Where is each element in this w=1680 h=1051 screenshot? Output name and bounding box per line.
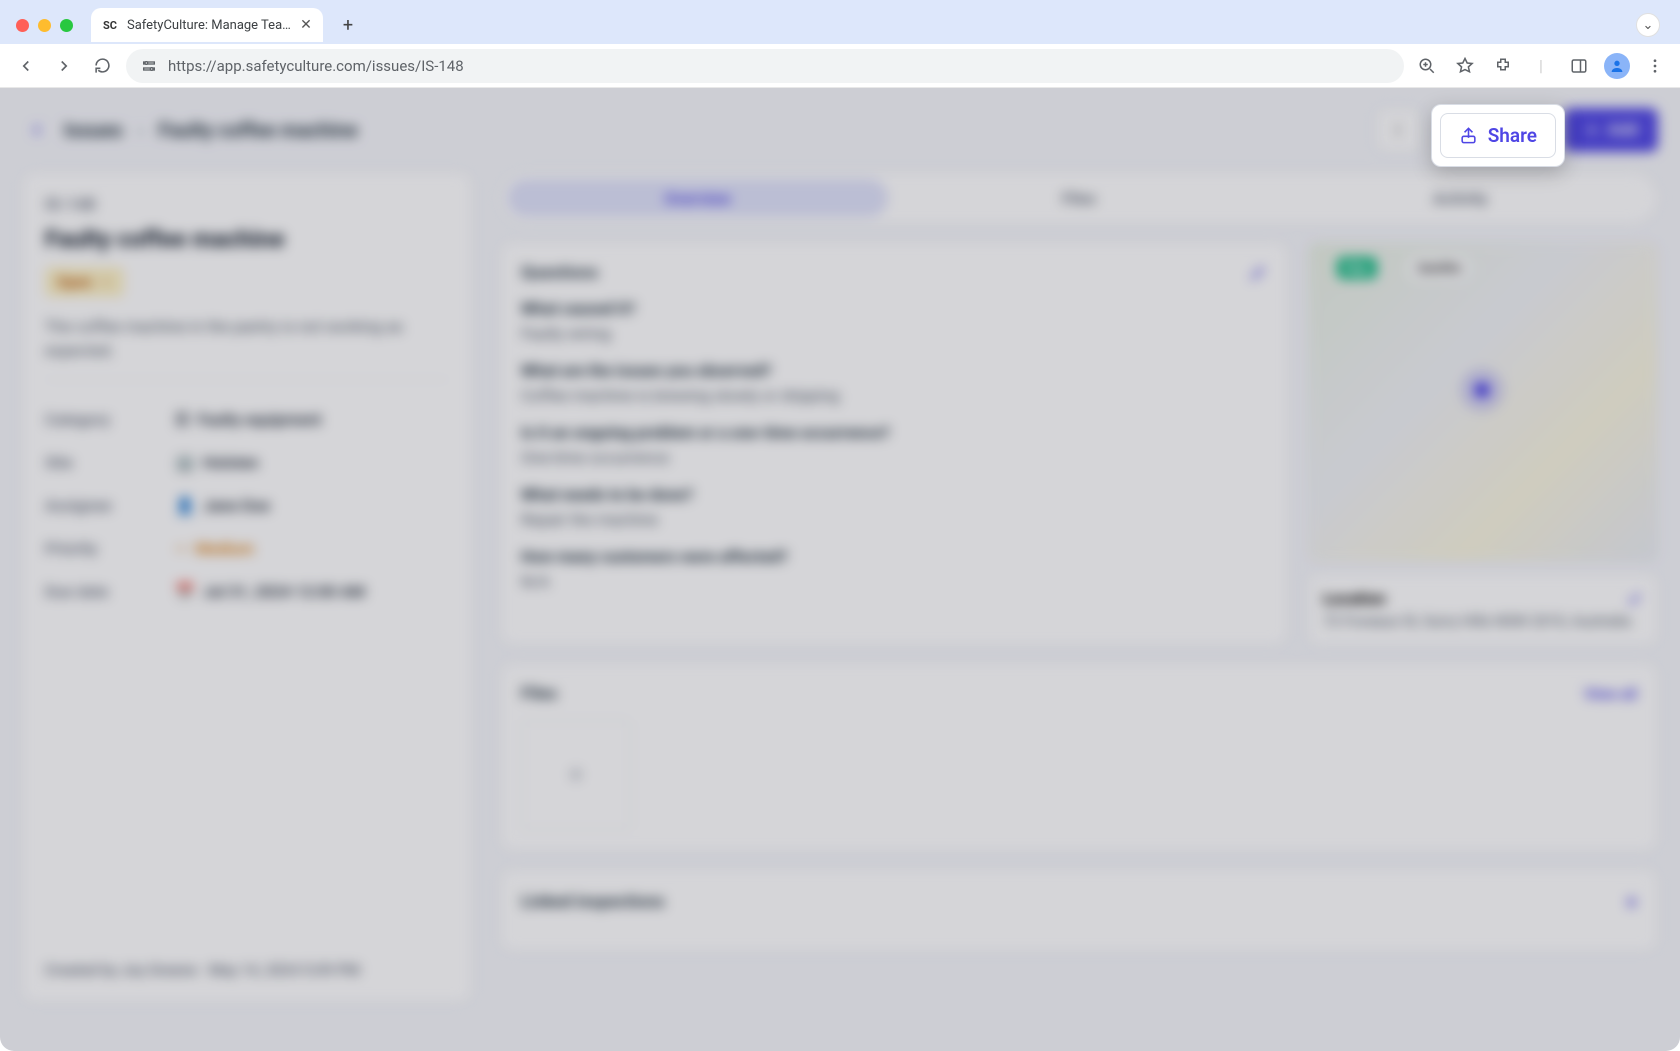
browser-chrome: SC SafetyCulture: Manage Teams and... ✕ …: [0, 0, 1680, 88]
close-window-icon[interactable]: [16, 19, 29, 32]
separator-icon: |: [1528, 53, 1554, 79]
back-button[interactable]: [12, 52, 40, 80]
share-button[interactable]: Share: [1440, 113, 1556, 158]
close-tab-icon[interactable]: ✕: [299, 18, 313, 32]
site-settings-icon[interactable]: [140, 57, 158, 75]
extensions-icon[interactable]: [1490, 53, 1516, 79]
minimize-window-icon[interactable]: [38, 19, 51, 32]
tab-overview-button[interactable]: ⌄: [1636, 13, 1660, 37]
new-tab-button[interactable]: +: [333, 10, 363, 40]
address-bar: https://app.safetyculture.com/issues/IS-…: [0, 44, 1680, 88]
share-highlight-popover: Share: [1431, 104, 1565, 167]
app-viewport: Issues › Faulty coffee machine Add IS-14…: [0, 88, 1680, 1051]
zoom-icon[interactable]: [1414, 53, 1440, 79]
window-controls: [16, 19, 73, 32]
favicon-icon: SC: [101, 16, 119, 34]
profile-avatar[interactable]: [1604, 53, 1630, 79]
share-button-label: Share: [1488, 124, 1537, 147]
reload-button[interactable]: [88, 52, 116, 80]
forward-button[interactable]: [50, 52, 78, 80]
browser-tools: |: [1414, 53, 1668, 79]
bookmark-icon[interactable]: [1452, 53, 1478, 79]
sidepanel-icon[interactable]: [1566, 53, 1592, 79]
browser-tab[interactable]: SC SafetyCulture: Manage Teams and... ✕: [91, 8, 323, 42]
url-text: https://app.safetyculture.com/issues/IS-…: [168, 57, 464, 75]
tab-title: SafetyCulture: Manage Teams and...: [127, 18, 291, 33]
maximize-window-icon[interactable]: [60, 19, 73, 32]
share-icon: [1459, 126, 1478, 145]
url-input[interactable]: https://app.safetyculture.com/issues/IS-…: [126, 49, 1404, 83]
modal-overlay: [0, 88, 1680, 1051]
kebab-menu-icon[interactable]: [1642, 53, 1668, 79]
tab-bar: SC SafetyCulture: Manage Teams and... ✕ …: [0, 0, 1680, 44]
